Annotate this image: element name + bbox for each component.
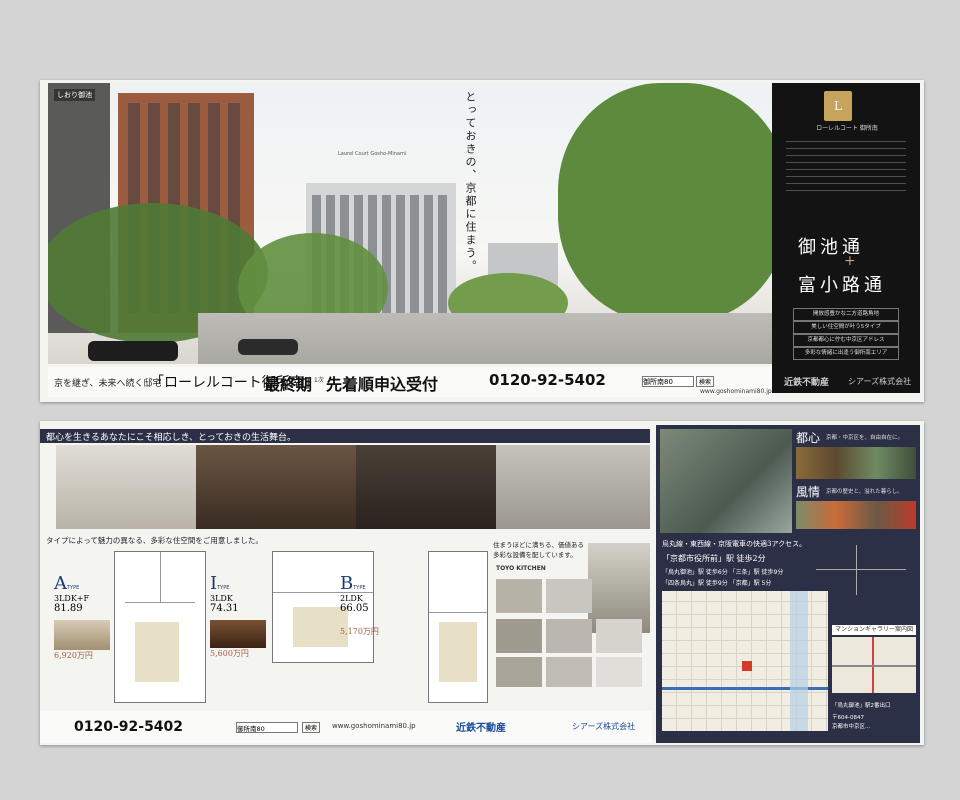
floorplan-b	[428, 551, 488, 703]
interior-photo-strip	[56, 445, 650, 529]
footer-sears-logo: シアーズ株式会社	[572, 722, 636, 731]
bar-phone: 0120-92-5402	[489, 371, 606, 389]
footer-url[interactable]: www.goshominami80.jp	[332, 722, 416, 730]
type-layout: 3LDK	[210, 594, 233, 603]
footer-search-box[interactable]: 御所南80	[236, 722, 298, 733]
type-area: 81.89	[54, 603, 83, 614]
bar-phase: 最終期	[264, 375, 313, 394]
type-layout: 3LDK+F	[54, 594, 90, 603]
bar-url[interactable]: www.goshominami80.jp	[700, 388, 772, 395]
headline: とっておきの、京都に住まう。	[464, 91, 477, 273]
fuzei-desc: 京都の歴史と、溢れた暮らし。	[826, 489, 903, 495]
photo-caption: Laurel Court Gosho-Minami	[338, 151, 407, 157]
aerial-photo	[660, 429, 792, 533]
feature-item: 開放感豊かな二方道路角地	[793, 308, 899, 321]
tag-toshin: 都心	[796, 431, 821, 445]
types-lead: タイプによって魅力の異なる、多彩な住空間をご用意しました。	[46, 536, 263, 545]
search-button[interactable]: 検索	[696, 376, 715, 387]
hero-photo: しおり御池 Laurel Court Gosho-Minami とっておきの、京…	[48, 83, 772, 364]
area-map	[662, 591, 828, 731]
sears-logo: シアーズ株式会社	[848, 377, 912, 386]
bar-accept: 先着順申込受付	[326, 375, 439, 394]
laurel-logo-icon: L	[824, 91, 852, 121]
car	[88, 341, 178, 361]
toshin-desc: 京都・中京区を、自由自在に。	[826, 435, 904, 441]
tag-fuzei: 風情	[796, 485, 821, 499]
type-photo	[54, 620, 110, 650]
search-box[interactable]: 御所南80	[642, 376, 694, 387]
address-line-1: 〒604-0847	[832, 715, 864, 721]
type-layout: 2LDK	[340, 594, 363, 603]
toyo-kitchen-logo: TOYO KITCHEN	[496, 565, 546, 572]
fuzei-photos	[796, 501, 916, 529]
type-b-card: BTYPE 2LDK 66.05 5,170万円	[340, 573, 396, 637]
bottom-brochure-spread: 都心を生きるあなたにこそ相応しき、とっておきの生活舞台。 タイプによって魅力の異…	[40, 421, 924, 745]
type-photo	[210, 620, 266, 648]
gallery-map	[832, 637, 916, 693]
bottom-footer: 0120-92-5402 御所南80 検索 www.goshominami80.…	[40, 711, 652, 743]
street-line-2: 富小路通	[798, 275, 886, 296]
bar-lead: 京を継ぎ、未来へ続く邸宅	[54, 379, 162, 389]
type-price: 6,920万円	[54, 651, 93, 660]
type-area: 66.05	[340, 603, 369, 614]
cross-icon: +	[844, 253, 856, 269]
bar-phase-note: 1次	[314, 377, 324, 384]
type-area: 74.31	[210, 603, 239, 614]
heading-text: 都心を生きるあなたにこそ相応しき、とっておきの生活舞台。	[46, 433, 297, 443]
type-price: 5,600万円	[210, 649, 249, 658]
kintetsu-logo: 近鉄不動産	[784, 378, 830, 388]
floorplan-a	[114, 551, 206, 703]
footer-kintetsu-logo: 近鉄不動産	[456, 723, 506, 734]
corner-label: しおり御池	[54, 89, 95, 101]
address-line-2: 京都市中京区…	[832, 724, 871, 730]
map-note: 「烏丸御池」駅2番出口	[832, 703, 891, 709]
route-diagram	[806, 545, 914, 595]
tree-right	[558, 83, 772, 323]
heading-band: 都心を生きるあなたにこそ相応しき、とっておきの生活舞台。	[40, 429, 650, 443]
top-advertisement-spread: しおり御池 Laurel Court Gosho-Minami とっておきの、京…	[40, 80, 924, 402]
type-i-card: ITYPE 3LDK 74.31 5,600万円	[210, 573, 266, 659]
type-letter: B	[340, 573, 354, 594]
toshin-photos	[796, 447, 916, 479]
station-1: 「京都市役所前」駅 徒歩2分	[662, 554, 766, 563]
gallery-label: マンションギャラリー案内図	[832, 625, 916, 635]
type-letter: A	[54, 573, 67, 594]
type-a-card: ATYPE 3LDK+F 81.89 6,920万円	[54, 573, 110, 661]
access-panel: 都心 京都・中京区を、自由自在に。 風情 京都の歴史と、溢れた暮らし。 烏丸線・…	[656, 425, 920, 743]
access-lead: 烏丸線・東西線・京阪電車の快適3アクセス。	[662, 540, 807, 548]
feature-item: 京都都心に佇む中京区アドレス	[793, 334, 899, 347]
info-panel: L ローレルコート 御所南 御池通 + 富小路通 開放感豊かな二方道路角地 美し…	[772, 83, 920, 393]
footer-phone: 0120-92-5402	[74, 719, 184, 735]
top-bottom-bar: 京を継ぎ、未来へ続く邸宅 「ローレルコート御所南」 最終期 1次 先着順申込受付…	[48, 367, 772, 397]
station-3: 「四条烏丸」駅 徒歩9分 「京都」駅 5分	[662, 580, 772, 587]
station-2: 「烏丸御池」駅 徒歩6分 「三条」駅 徒歩9分	[662, 569, 784, 576]
description-text-block	[786, 141, 906, 193]
feature-item: 美しい住空間が叶う5タイプ	[793, 321, 899, 334]
equipment-grid	[496, 579, 646, 691]
logo-subtitle: ローレルコート 御所南	[816, 125, 878, 132]
footer-search-button[interactable]: 検索	[302, 722, 321, 733]
feature-item: 多彩な情緒に出逢う御所南エリア	[793, 347, 899, 360]
type-price: 5,170万円	[340, 627, 379, 636]
